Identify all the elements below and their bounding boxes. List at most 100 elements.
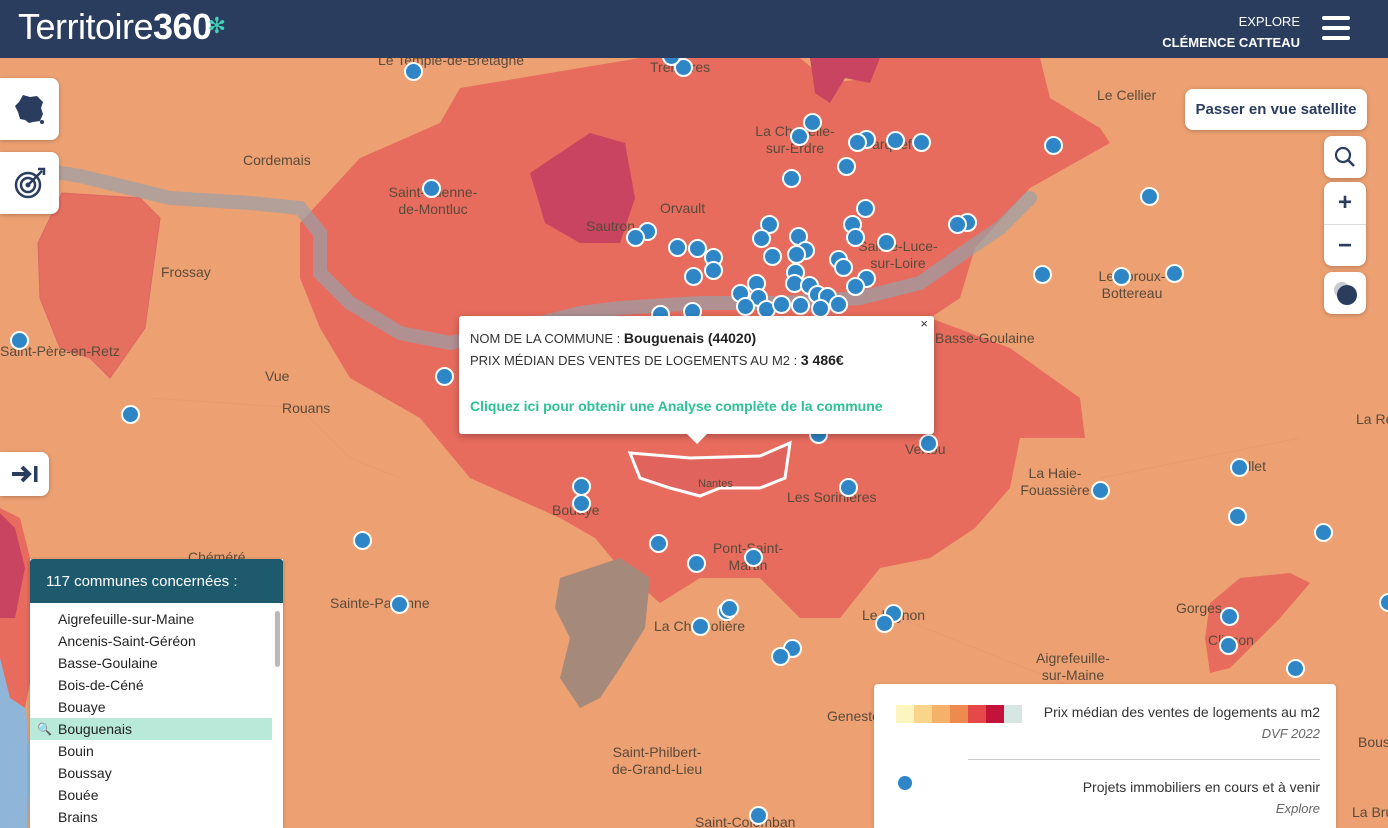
place-label: Cordemais bbox=[243, 152, 311, 168]
arrow-right-to-bar-icon bbox=[11, 465, 37, 483]
project-marker[interactable] bbox=[353, 531, 372, 550]
project-marker[interactable] bbox=[121, 405, 140, 424]
commune-list-item-label: Bouaye bbox=[58, 699, 106, 715]
project-marker[interactable] bbox=[435, 367, 454, 386]
project-marker[interactable] bbox=[790, 127, 809, 146]
search-button[interactable] bbox=[1324, 136, 1366, 178]
project-marker[interactable] bbox=[1220, 607, 1239, 626]
project-marker[interactable] bbox=[1091, 481, 1110, 500]
project-marker[interactable] bbox=[736, 297, 755, 316]
project-marker[interactable] bbox=[848, 133, 867, 152]
commune-list-item[interactable]: Ancenis-Saint-Géréon bbox=[30, 630, 272, 652]
project-marker[interactable] bbox=[877, 233, 896, 252]
legend-swatch bbox=[1004, 705, 1022, 723]
commune-list-item[interactable]: Boussay bbox=[30, 762, 272, 784]
zoom-in-button[interactable]: + bbox=[1324, 182, 1366, 225]
commune-list-item[interactable]: Bois-de-Céné bbox=[30, 674, 272, 696]
project-marker[interactable] bbox=[787, 245, 806, 264]
place-label: Orvault bbox=[660, 200, 706, 216]
commune-list-item-label: Brains bbox=[58, 809, 98, 825]
commune-list-item[interactable]: 🔍 Bouguenais bbox=[30, 718, 272, 740]
project-marker[interactable] bbox=[1219, 636, 1238, 655]
legend-projects-title: Projets immobiliers en cours et à venir bbox=[1082, 779, 1320, 795]
commune-list-item[interactable]: Bouée bbox=[30, 784, 272, 806]
project-marker[interactable] bbox=[1230, 458, 1249, 477]
popup-analysis-link[interactable]: Cliquez ici pour obtenir une Analyse com… bbox=[470, 398, 883, 414]
legend-swatch bbox=[968, 705, 986, 723]
project-marker[interactable] bbox=[771, 647, 790, 666]
user-name: CLÉMENCE CATTEAU bbox=[1162, 35, 1300, 50]
commune-list-item[interactable]: Basse-Goulaine bbox=[30, 652, 272, 674]
project-marker[interactable] bbox=[1165, 264, 1184, 283]
project-marker[interactable] bbox=[782, 169, 801, 188]
project-marker[interactable] bbox=[626, 228, 645, 247]
logo-star-icon: ✻ bbox=[207, 13, 226, 38]
project-marker[interactable] bbox=[1112, 267, 1131, 286]
popup-price-value: 3 486€ bbox=[800, 352, 844, 368]
project-marker[interactable] bbox=[772, 295, 791, 314]
project-marker[interactable] bbox=[1228, 507, 1247, 526]
communes-list: Aigrefeuille-sur-Maine Ancenis-Saint-Géré… bbox=[30, 608, 272, 828]
project-marker[interactable] bbox=[856, 199, 875, 218]
project-marker[interactable] bbox=[875, 614, 894, 633]
project-marker[interactable] bbox=[829, 295, 848, 314]
commune-list-item[interactable]: Aigrefeuille-sur-Maine bbox=[30, 608, 272, 630]
project-marker[interactable] bbox=[846, 277, 865, 296]
project-marker[interactable] bbox=[791, 296, 810, 315]
commune-list-item-label: Boussay bbox=[58, 765, 112, 781]
project-marker[interactable] bbox=[763, 247, 782, 266]
satellite-view-button[interactable]: Passer en vue satellite bbox=[1185, 89, 1367, 130]
project-marker[interactable] bbox=[919, 434, 938, 453]
place-label: Le Loroux-Bottereau bbox=[1098, 268, 1166, 301]
commune-list-item-label: Bouin bbox=[58, 743, 94, 759]
search-icon: 🔍 bbox=[37, 722, 52, 736]
legend-swatch bbox=[932, 705, 950, 723]
project-marker[interactable] bbox=[948, 215, 967, 234]
collapse-panel-button[interactable] bbox=[0, 452, 49, 496]
close-icon[interactable]: × bbox=[920, 316, 928, 331]
user-info: EXPLORE CLÉMENCE CATTEAU bbox=[1162, 11, 1300, 53]
project-marker[interactable] bbox=[1286, 659, 1305, 678]
project-marker[interactable] bbox=[837, 157, 856, 176]
logo[interactable]: Territoire360✻ bbox=[18, 6, 226, 48]
hamburger-menu-icon[interactable] bbox=[1322, 16, 1350, 40]
commune-list-item-label: Aigrefeuille-sur-Maine bbox=[58, 611, 195, 627]
project-marker[interactable] bbox=[422, 179, 441, 198]
project-marker[interactable] bbox=[720, 599, 739, 618]
project-marker[interactable] bbox=[834, 258, 853, 277]
france-map-icon bbox=[14, 95, 44, 124]
project-marker[interactable] bbox=[749, 806, 768, 825]
commune-list-item[interactable]: Bouin bbox=[30, 740, 272, 762]
commune-list-item[interactable]: Brains bbox=[30, 806, 272, 828]
project-marker[interactable] bbox=[752, 229, 771, 248]
commune-list-item[interactable]: Bouaye bbox=[30, 696, 272, 718]
place-label: Boussay bbox=[1358, 734, 1388, 750]
legend-price-source: DVF 2022 bbox=[1261, 726, 1320, 741]
target-button[interactable] bbox=[0, 152, 59, 214]
project-marker[interactable] bbox=[839, 478, 858, 497]
france-view-button[interactable] bbox=[0, 78, 59, 140]
project-marker[interactable] bbox=[668, 238, 687, 257]
project-marker[interactable] bbox=[10, 331, 29, 350]
project-marker[interactable] bbox=[404, 62, 423, 81]
project-marker[interactable] bbox=[846, 228, 865, 247]
project-marker[interactable] bbox=[572, 494, 591, 513]
project-marker[interactable] bbox=[687, 554, 706, 573]
project-marker[interactable] bbox=[1044, 136, 1063, 155]
project-marker[interactable] bbox=[390, 595, 409, 614]
project-marker[interactable] bbox=[691, 617, 710, 636]
project-marker[interactable] bbox=[684, 267, 703, 286]
project-marker[interactable] bbox=[649, 534, 668, 553]
project-marker[interactable] bbox=[1033, 265, 1052, 284]
zoom-out-button[interactable]: − bbox=[1324, 225, 1366, 267]
project-marker[interactable] bbox=[886, 131, 905, 150]
communes-scrollbar[interactable] bbox=[275, 611, 280, 667]
project-marker[interactable] bbox=[744, 548, 763, 567]
project-marker[interactable] bbox=[912, 133, 931, 152]
project-marker[interactable] bbox=[704, 261, 723, 280]
place-label: Sainte-Luce-sur-Loire bbox=[858, 238, 938, 271]
project-marker[interactable] bbox=[1140, 187, 1159, 206]
communes-panel-title: 117 communes concernées : bbox=[30, 559, 283, 603]
layers-button[interactable] bbox=[1324, 272, 1366, 314]
project-marker[interactable] bbox=[1314, 523, 1333, 542]
